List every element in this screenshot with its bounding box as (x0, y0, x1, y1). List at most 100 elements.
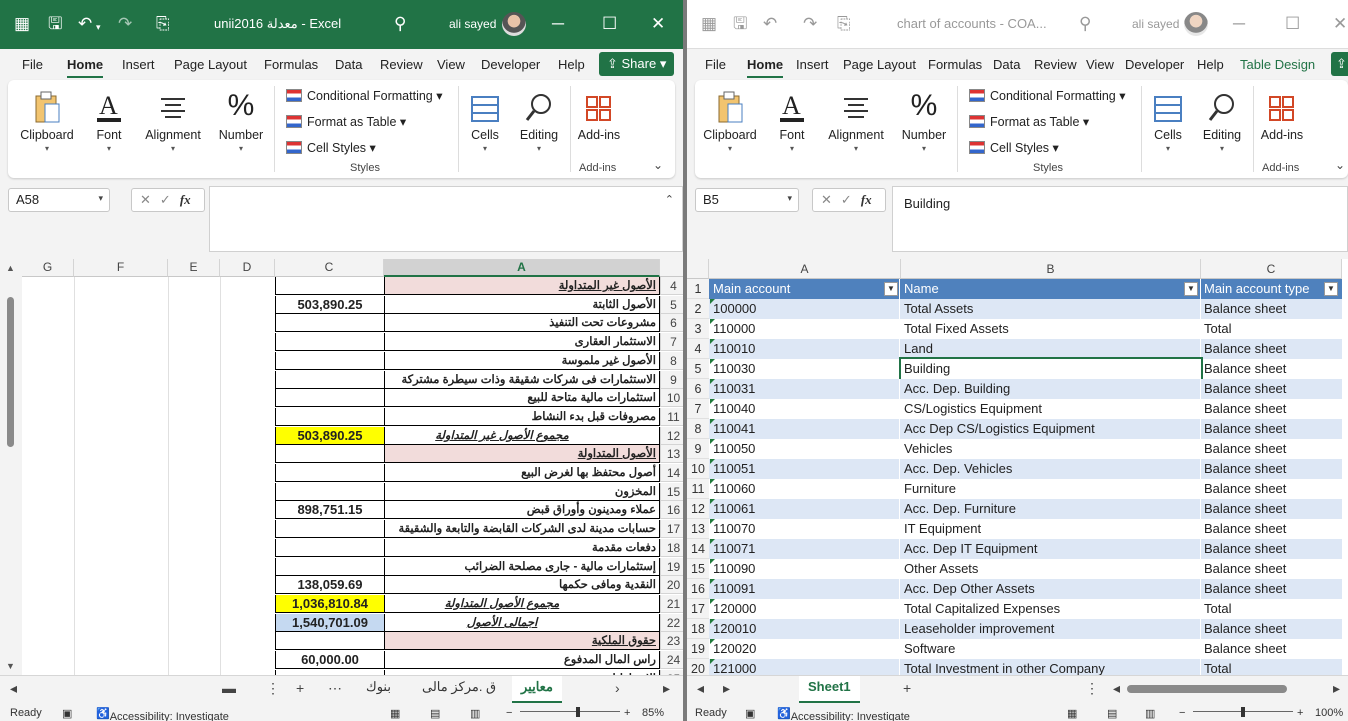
cell-name[interactable]: Software (901, 639, 1201, 659)
font-group[interactable]: A Font ▾ (74, 84, 144, 153)
maximize-icon[interactable]: ☐ (602, 13, 617, 35)
cell-a[interactable]: حسابات مدينة لدى الشركات القابضة والتابع… (384, 520, 660, 538)
cell-main-account[interactable]: 110040 (710, 399, 900, 419)
row-header[interactable]: 4 (687, 339, 709, 359)
cell-a[interactable]: دفعات مقدمة (384, 539, 660, 557)
row-header[interactable]: 2 (687, 299, 709, 319)
row-header[interactable]: 14 (660, 464, 683, 482)
cell-main-account[interactable]: 110031 (710, 379, 900, 399)
cell-main-account-type[interactable]: Total (1201, 659, 1342, 675)
cell-main-account[interactable]: 110071 (710, 539, 900, 559)
conditional-formatting-button[interactable]: Conditional Formatting ▾ (286, 88, 443, 103)
number-as-text-indicator-icon[interactable] (710, 519, 715, 524)
menu-formulas[interactable]: Formulas (928, 57, 982, 72)
row-header[interactable]: 16 (687, 579, 709, 599)
row-header[interactable]: 19 (687, 639, 709, 659)
cancel-icon[interactable]: ✕ (821, 192, 841, 207)
cell-a[interactable]: عملاء ومدينون وأوراق قبض (384, 501, 660, 519)
cell-name[interactable]: CS/Logistics Equipment (901, 399, 1201, 419)
cell-main-account[interactable]: 100000 (710, 299, 900, 319)
cell-main-account-type[interactable]: Balance sheet (1201, 339, 1342, 359)
horizontal-scrollbar-thumb[interactable] (1127, 685, 1287, 693)
cell-c[interactable] (275, 464, 384, 482)
formula-input[interactable]: ⌃ (209, 186, 683, 252)
menu-home[interactable]: Home (747, 57, 784, 79)
clipboard-group[interactable]: Clipboard ▾ (12, 84, 82, 153)
row-header[interactable]: 9 (660, 371, 683, 389)
cell-c[interactable]: 138,059.69 (275, 576, 384, 594)
cell-c[interactable] (275, 371, 384, 389)
select-all-corner[interactable] (687, 259, 709, 279)
number-as-text-indicator-icon[interactable] (710, 399, 715, 404)
cell-name[interactable]: Acc. Dep. Vehicles (901, 459, 1201, 479)
cell-main-account[interactable]: 120010 (710, 619, 900, 639)
undo-dropdown-icon[interactable]: ▾ (96, 16, 101, 38)
collapse-ribbon-icon[interactable]: ⌄ (653, 158, 663, 172)
row-header[interactable]: 18 (660, 539, 683, 557)
number-as-text-indicator-icon[interactable] (710, 599, 715, 604)
avatar[interactable] (502, 12, 526, 36)
tab-banks[interactable]: بنوك (366, 679, 391, 695)
row-header[interactable]: 9 (687, 439, 709, 459)
cell-c[interactable] (275, 558, 384, 576)
accessibility-status[interactable]: ♿ Accessibility: Investigate (777, 707, 910, 721)
cell-a[interactable]: الاستثمار العقارى (384, 333, 660, 351)
column-header-a[interactable]: A (384, 259, 660, 277)
number-as-text-indicator-icon[interactable] (710, 319, 715, 324)
touch-mode-icon[interactable]: ⎘ (837, 13, 851, 35)
filter-dropdown-icon[interactable]: ▼ (1184, 282, 1198, 296)
user-name[interactable]: ali sayed (1132, 17, 1179, 31)
hscroll-left-icon[interactable]: ◂ (1113, 680, 1120, 697)
cell-a[interactable]: الأصول غير المتداولة (384, 277, 660, 295)
search-icon[interactable]: ⚲ (1079, 13, 1091, 35)
undo-icon[interactable]: ↶ (763, 13, 777, 35)
zoom-in-icon[interactable]: + (624, 707, 630, 719)
page-break-view-icon[interactable]: ▥ (1145, 707, 1155, 720)
cell-a[interactable]: مجموع الأصول غير المتداولة (384, 427, 660, 445)
cell-name[interactable]: Building (899, 357, 1203, 381)
enter-icon[interactable]: ✓ (160, 192, 180, 207)
menu-insert[interactable]: Insert (122, 57, 155, 72)
row-header[interactable]: 22 (660, 614, 683, 632)
enter-icon[interactable]: ✓ (841, 192, 861, 207)
name-box[interactable]: B5 ▾ (695, 188, 799, 212)
cell-c[interactable]: 60,000.00 (275, 651, 384, 669)
more-sheets-icon[interactable]: ⋯ (328, 680, 342, 697)
accessibility-status[interactable]: ♿ Accessibility: Investigate (96, 707, 229, 721)
tab-sheet1[interactable]: Sheet1 (799, 676, 860, 703)
cell-name[interactable]: Total Capitalized Expenses (901, 599, 1201, 619)
cell-main-account-type[interactable]: Balance sheet (1201, 579, 1342, 599)
share-button[interactable]: ⇪ (1331, 52, 1348, 76)
cell-a[interactable]: إستثمارات مالية - جارى مصلحة الضرائب (384, 558, 660, 576)
cell-main-account[interactable]: 110091 (710, 579, 900, 599)
cell-c[interactable]: 1,036,810.84 (275, 595, 384, 613)
menu-review[interactable]: Review (380, 57, 423, 72)
row-header[interactable]: 23 (660, 632, 683, 650)
number-as-text-indicator-icon[interactable] (710, 579, 715, 584)
cell-main-account-type[interactable]: Balance sheet (1201, 559, 1342, 579)
page-layout-view-icon[interactable]: ▤ (430, 707, 440, 720)
zoom-slider-thumb[interactable] (1241, 707, 1245, 717)
cell-a[interactable]: مصروفات قبل بدء النشاط (384, 408, 660, 426)
cell-main-account-type[interactable]: Balance sheet (1201, 499, 1342, 519)
page-break-view-icon[interactable]: ▥ (470, 707, 480, 720)
cell-a[interactable]: مجموع الأصول المتداولة (384, 595, 660, 613)
zoom-level[interactable]: 100% (1315, 707, 1343, 719)
cell-a[interactable]: راس المال المدفوع (384, 651, 660, 669)
cell-name[interactable]: Acc. Dep Other Assets (901, 579, 1201, 599)
row-header[interactable]: 19 (660, 558, 683, 576)
cell-main-account-type[interactable]: Total (1201, 599, 1342, 619)
menu-help[interactable]: Help (1197, 57, 1224, 72)
menu-help[interactable]: Help (558, 57, 585, 72)
minimize-icon[interactable]: ─ (552, 13, 564, 35)
number-as-text-indicator-icon[interactable] (710, 359, 715, 364)
cell-main-account-type[interactable]: Balance sheet (1201, 299, 1342, 319)
worksheet-grid[interactable]: ▲ ▼ G F E D C A الأصول غير المتداولة 4 503… (0, 259, 683, 675)
row-header[interactable]: 12 (687, 499, 709, 519)
menu-table-design[interactable]: Table Design (1240, 57, 1315, 72)
search-icon[interactable]: ⚲ (394, 13, 406, 35)
column-header-g[interactable]: G (22, 259, 74, 277)
column-header-d[interactable]: D (220, 259, 275, 277)
cell-a[interactable]: اجمالى الأصول (384, 614, 660, 632)
cell-main-account[interactable]: 110090 (710, 559, 900, 579)
